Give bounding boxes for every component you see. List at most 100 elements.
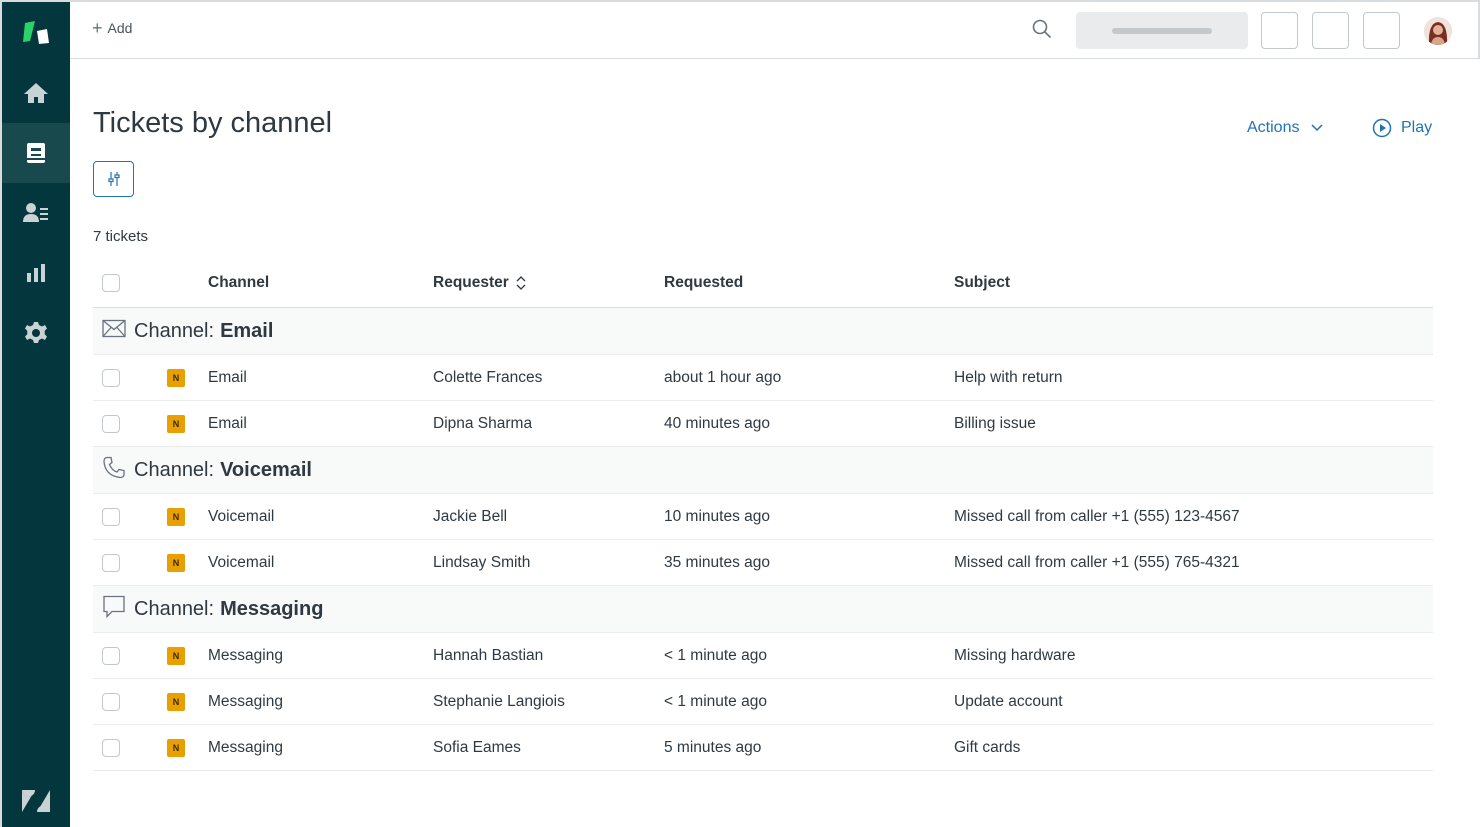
table-body: Channel: Email N Email Colette Frances about … xyxy=(93,308,1433,771)
sidebar-item-admin[interactable] xyxy=(2,304,70,362)
cell-requester[interactable]: Sofia Eames xyxy=(433,725,521,770)
cell-channel: Messaging xyxy=(208,646,283,664)
cell-subject[interactable]: Billing issue xyxy=(954,401,1036,446)
table-row[interactable]: N Email Colette Frances about 1 hour ago Hel… xyxy=(93,355,1433,401)
cell-subject[interactable]: Update account xyxy=(954,679,1063,724)
cell-subject[interactable]: Missed call from caller +1 (555) 765-432… xyxy=(954,540,1240,585)
cell-requested: 35 minutes ago xyxy=(664,553,770,571)
cell-subject[interactable]: Gift cards xyxy=(954,725,1020,770)
filter-button[interactable] xyxy=(93,161,134,197)
tickets-icon xyxy=(27,143,45,163)
status-badge: N xyxy=(167,646,185,665)
column-header-requester[interactable]: Requester xyxy=(433,258,526,307)
plus-icon: + xyxy=(92,18,103,38)
page-title: Tickets by channel xyxy=(93,107,333,139)
group-row-messaging[interactable]: Channel: Messaging xyxy=(93,586,1433,633)
cell-subject[interactable]: Help with return xyxy=(954,355,1063,400)
row-checkbox[interactable] xyxy=(102,414,120,433)
group-title: Channel: Email xyxy=(134,308,273,354)
search-input[interactable] xyxy=(1076,12,1248,49)
row-checkbox[interactable] xyxy=(102,738,120,757)
toolbar-button-1[interactable] xyxy=(1261,12,1298,49)
group-prefix: Channel: xyxy=(134,319,215,342)
group-title: Channel: Messaging xyxy=(134,586,323,632)
play-label: Play xyxy=(1401,119,1433,136)
tickets-table: Channel Requester Requested Subject Chan… xyxy=(93,258,1433,771)
status-badge: N xyxy=(167,414,185,433)
cell-subject[interactable]: Missing hardware xyxy=(954,633,1075,678)
row-checkbox[interactable] xyxy=(102,692,120,711)
zendesk-footer-logo[interactable] xyxy=(2,772,70,827)
cell-requester[interactable]: Lindsay Smith xyxy=(433,540,530,585)
cell-requester[interactable]: Colette Frances xyxy=(433,355,542,400)
row-checkbox[interactable] xyxy=(102,507,120,526)
cell-requested: 5 minutes ago xyxy=(664,738,762,756)
sidebar xyxy=(0,0,70,827)
gear-icon xyxy=(25,322,47,343)
column-header-subject[interactable]: Subject xyxy=(954,258,1010,307)
search-icon[interactable] xyxy=(1032,19,1052,44)
table-row[interactable]: N Voicemail Lindsay Smith 35 minutes ago Mis… xyxy=(93,540,1433,586)
sidebar-item-customers[interactable] xyxy=(2,184,70,242)
product-logo-icon xyxy=(23,21,49,44)
status-badge: N xyxy=(167,507,185,526)
topbar: + Add xyxy=(70,0,1480,59)
actions-label: Actions xyxy=(1247,119,1300,136)
home-icon xyxy=(24,83,48,103)
column-header-requested[interactable]: Requested xyxy=(664,258,743,307)
sidebar-item-home[interactable] xyxy=(2,64,70,122)
avatar[interactable] xyxy=(1424,17,1452,45)
select-all-checkbox[interactable] xyxy=(102,273,120,292)
sliders-icon xyxy=(107,172,120,186)
actions-menu[interactable]: Actions xyxy=(1247,119,1323,137)
group-row-email[interactable]: Channel: Email xyxy=(93,308,1433,355)
status-badge: N xyxy=(167,738,185,757)
table-row[interactable]: N Voicemail Jackie Bell 10 minutes ago Misse… xyxy=(93,494,1433,540)
group-prefix: Channel: xyxy=(134,458,215,481)
table-row[interactable]: N Messaging Sofia Eames 5 minutes ago Gift c… xyxy=(93,725,1433,771)
cell-requester[interactable]: Jackie Bell xyxy=(433,494,507,539)
sidebar-item-reporting[interactable] xyxy=(2,244,70,302)
envelope-icon xyxy=(102,319,126,343)
cell-requested: < 1 minute ago xyxy=(664,692,767,710)
group-name: Voicemail xyxy=(220,458,312,481)
table-row[interactable]: N Email Dipna Sharma 40 minutes ago Billing … xyxy=(93,401,1433,447)
cell-channel: Messaging xyxy=(208,692,283,710)
group-name: Email xyxy=(220,319,274,342)
status-badge: N xyxy=(167,553,185,572)
chevron-down-icon xyxy=(1311,124,1323,132)
column-header-channel[interactable]: Channel xyxy=(208,258,269,307)
row-checkbox[interactable] xyxy=(102,646,120,665)
row-checkbox[interactable] xyxy=(102,553,120,572)
status-badge: N xyxy=(167,368,185,387)
table-header: Channel Requester Requested Subject xyxy=(93,258,1433,308)
speech-bubble-icon xyxy=(102,595,126,624)
add-button[interactable]: + Add xyxy=(92,18,133,38)
table-row[interactable]: N Messaging Stephanie Langiois < 1 minute a… xyxy=(93,679,1433,725)
toolbar-button-2[interactable] xyxy=(1312,12,1349,49)
status-badge: N xyxy=(167,692,185,711)
cell-channel: Messaging xyxy=(208,738,283,756)
sort-icon xyxy=(516,275,526,290)
toolbar-button-3[interactable] xyxy=(1363,12,1400,49)
row-checkbox[interactable] xyxy=(102,368,120,387)
cell-requested: < 1 minute ago xyxy=(664,646,767,664)
group-row-voicemail[interactable]: Channel: Voicemail xyxy=(93,447,1433,494)
cell-channel: Voicemail xyxy=(208,553,275,571)
sidebar-item-tickets[interactable] xyxy=(2,123,70,183)
play-button[interactable]: Play xyxy=(1372,118,1432,138)
cell-channel: Voicemail xyxy=(208,507,275,525)
cell-subject[interactable]: Missed call from caller +1 (555) 123-456… xyxy=(954,494,1240,539)
group-name: Messaging xyxy=(220,597,324,620)
cell-requester[interactable]: Stephanie Langiois xyxy=(433,679,565,724)
table-row[interactable]: N Messaging Hannah Bastian < 1 minute ago Mi… xyxy=(93,633,1433,679)
cell-requested: 10 minutes ago xyxy=(664,507,770,525)
zendesk-logo[interactable] xyxy=(2,4,70,62)
group-title: Channel: Voicemail xyxy=(134,447,312,493)
add-label: Add xyxy=(107,20,133,36)
cell-requester[interactable]: Dipna Sharma xyxy=(433,401,532,446)
ticket-count: 7 tickets xyxy=(93,228,149,245)
cell-requested: 40 minutes ago xyxy=(664,414,770,432)
cell-requested: about 1 hour ago xyxy=(664,368,782,386)
cell-requester[interactable]: Hannah Bastian xyxy=(433,633,543,678)
